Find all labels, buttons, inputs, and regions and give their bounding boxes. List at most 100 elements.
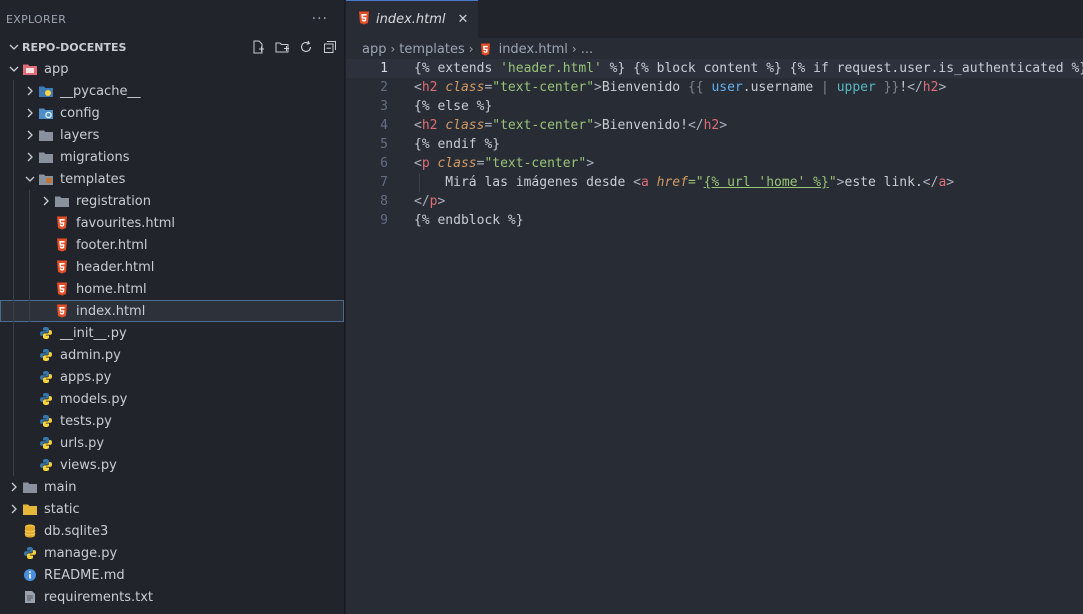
code-line[interactable]: 5 {% endif %} (346, 135, 1083, 154)
tree-file-item[interactable]: views.py (0, 454, 344, 476)
tree-item-label: layers (60, 127, 100, 143)
code-token: </ (922, 175, 939, 190)
tree-file-item[interactable]: favourites.html (0, 212, 344, 234)
code-token: < (414, 80, 422, 95)
breadcrumb-separator: › (390, 42, 396, 56)
tree-folder-item[interactable]: layers (0, 124, 344, 146)
tree-folder-item[interactable]: migrations (0, 146, 344, 168)
code-line[interactable]: 9 {% endblock %} (346, 211, 1083, 230)
tree-folder-item[interactable]: app (0, 58, 344, 80)
tree-item-label: footer.html (76, 237, 148, 253)
tree-file-item[interactable]: header.html (0, 256, 344, 278)
tree-item-label: models.py (60, 391, 128, 407)
code-line[interactable]: 7 Mirá las imágenes desde <a href="{% ur… (346, 173, 1083, 192)
indent-guide (13, 366, 14, 388)
tree-folder-item[interactable]: templates (0, 168, 344, 190)
tree-item-label: tests.py (60, 413, 112, 429)
line-number: 1 (380, 61, 388, 76)
code-text: <h2 class="text-center">Bienvenido!</h2> (414, 118, 727, 133)
code-token: h2 (922, 80, 939, 95)
breadcrumb: app › templates › index.html › ... (346, 38, 1083, 60)
refresh-icon[interactable] (298, 39, 314, 55)
html-icon (480, 43, 491, 56)
tree-item-label: index.html (76, 303, 146, 319)
code-token: > (594, 80, 602, 95)
tree-file-item[interactable]: README.md (0, 564, 344, 586)
python-icon (38, 391, 54, 407)
tree-file-item[interactable]: urls.py (0, 432, 344, 454)
code-token: {% else %} (414, 99, 493, 114)
chevron-right-icon (6, 501, 22, 517)
new-folder-icon[interactable] (274, 39, 290, 55)
breadcrumb-item-symbols[interactable]: ... (581, 42, 593, 57)
code-token: > (938, 80, 947, 95)
breadcrumb-separator: › (571, 42, 577, 56)
project-header[interactable]: REPO-DOCENTES (0, 37, 344, 57)
html-icon (54, 215, 70, 231)
tree-folder-item[interactable]: static (0, 498, 344, 520)
tree-file-item[interactable]: tests.py (0, 410, 344, 432)
line-number: 9 (380, 213, 388, 228)
indent-guide (13, 300, 14, 322)
code-token: a (640, 175, 649, 190)
tree-file-item[interactable]: admin.py (0, 344, 344, 366)
chevron-down-icon (6, 61, 22, 77)
tree-file-item[interactable]: manage.py (0, 542, 344, 564)
tree-folder-item[interactable]: config (0, 102, 344, 124)
tree-item-label: db.sqlite3 (44, 523, 109, 539)
code-text: <p class="text-center"> (414, 156, 594, 171)
line-number: 4 (380, 118, 388, 133)
breadcrumb-item-file[interactable]: index.html (499, 42, 568, 57)
tree-file-item[interactable]: apps.py (0, 366, 344, 388)
new-file-icon[interactable] (250, 39, 266, 55)
code-editor[interactable]: 1 {% extends 'header.html' %} {% block co… (346, 59, 1083, 230)
tree-file-item[interactable]: __init__.py (0, 322, 344, 344)
line-number: 5 (380, 137, 388, 152)
file-tree: app __pycache__config layers migrations temp… (0, 58, 344, 608)
code-token: h2 (421, 118, 438, 133)
tree-folder-item[interactable]: main (0, 476, 344, 498)
html-icon (358, 11, 370, 29)
more-actions-icon[interactable]: ··· (312, 11, 328, 27)
code-token: =" (687, 175, 704, 190)
code-line[interactable]: 6 <p class="text-center"> (346, 154, 1083, 173)
tree-item-label: config (60, 105, 100, 121)
tree-file-item[interactable]: footer.html (0, 234, 344, 256)
code-token: . (742, 80, 751, 95)
tree-item-label: apps.py (60, 369, 112, 385)
indent-guide (13, 344, 14, 366)
code-token: ! (899, 80, 908, 95)
collapse-all-icon[interactable] (322, 39, 338, 55)
code-token: " (828, 175, 837, 190)
tree-folder-item[interactable]: registration (0, 190, 344, 212)
code-line[interactable]: 1 {% extends 'header.html' %} {% block co… (346, 59, 1083, 78)
tree-folder-item[interactable]: __pycache__ (0, 80, 344, 102)
tree-file-item[interactable]: requirements.txt (0, 586, 344, 608)
code-token: </ (414, 194, 430, 209)
tab-index-html[interactable]: index.html ✕ (346, 0, 479, 38)
tree-item-label: app (44, 61, 69, 77)
code-line[interactable]: 8 </p> (346, 192, 1083, 211)
tree-item-label: __init__.py (60, 325, 127, 341)
explorer-sidebar: EXPLORER ··· REPO-DOCENTES app __pycache_… (0, 0, 345, 614)
indent-guide (29, 256, 30, 278)
close-icon[interactable]: ✕ (458, 12, 469, 27)
code-line[interactable]: 2 <h2 class="text-center">Bienvenido {{ u… (346, 78, 1083, 97)
tree-file-item[interactable]: home.html (0, 278, 344, 300)
chevron-right-icon (22, 127, 38, 143)
breadcrumb-item-templates[interactable]: templates (399, 42, 464, 57)
tree-item-label: __pycache__ (60, 83, 141, 99)
breadcrumb-item-app[interactable]: app (362, 42, 386, 57)
code-line[interactable]: 4 <h2 class="text-center">Bienvenido!</h2… (346, 116, 1083, 135)
code-token: Bienvenido! (601, 118, 688, 133)
indent-guide (29, 190, 30, 212)
tree-item-label: favourites.html (76, 215, 175, 231)
code-line[interactable]: 3 {% else %} (346, 97, 1083, 116)
tree-file-item[interactable]: models.py (0, 388, 344, 410)
tree-file-item[interactable]: index.html (0, 300, 344, 322)
tree-file-item[interactable]: db.sqlite3 (0, 520, 344, 542)
